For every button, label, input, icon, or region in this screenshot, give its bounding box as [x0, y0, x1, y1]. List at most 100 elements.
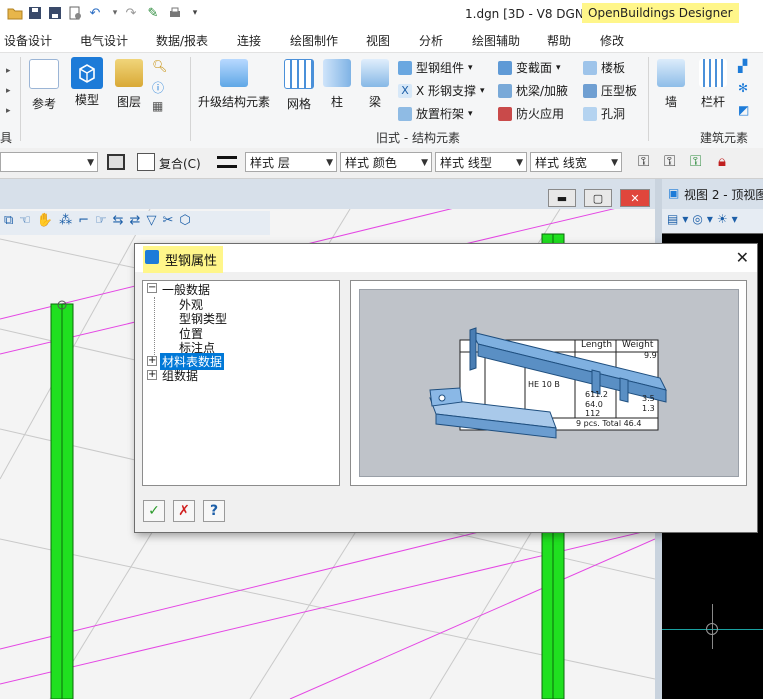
- color-swatch[interactable]: [137, 153, 155, 171]
- fireproof-icon: [498, 106, 512, 121]
- view-tools-icons[interactable]: ⧉☜✋⁂⌐☞⇆⇄▽✂⬡: [4, 213, 197, 228]
- column-icon: [323, 59, 351, 87]
- dropdown-arrow-icon: ▼: [421, 158, 428, 168]
- grid-small-icon[interactable]: ▦: [152, 99, 182, 119]
- style-color-combo[interactable]: 样式 颜色 ▼: [340, 152, 432, 172]
- style-level-combo[interactable]: 样式 层 ▼: [245, 152, 337, 172]
- menu-view[interactable]: 视图: [366, 32, 390, 49]
- expand-icon[interactable]: +: [147, 356, 157, 366]
- dropdown-arrow-icon: ▾: [556, 62, 561, 73]
- upgrade-label: 升级结构元素: [197, 95, 270, 109]
- group-separator: [648, 57, 649, 141]
- print-icon[interactable]: [166, 4, 184, 22]
- ribbon-left-arrows[interactable]: ▸ ▸ ▸: [6, 61, 11, 121]
- fireproof-label: 防火应用: [516, 107, 565, 121]
- redo-icon[interactable]: ↷: [122, 4, 140, 22]
- maximize-button[interactable]: ▢: [584, 189, 612, 207]
- close-view-button[interactable]: ✕: [620, 189, 650, 207]
- menu-connect[interactable]: 连接: [237, 32, 261, 49]
- bom-header-weight: Weight: [622, 340, 654, 350]
- deck-button[interactable]: 压型板: [583, 82, 637, 99]
- save-icon[interactable]: [26, 4, 44, 22]
- dropdown-arrow-icon: ▼: [611, 158, 618, 168]
- levels-icon: [115, 59, 143, 87]
- ok-button[interactable]: ✓: [143, 500, 165, 522]
- dropdown-arrow-icon: ▼: [326, 158, 333, 168]
- model-button[interactable]: 模型: [68, 57, 106, 112]
- minimize-button[interactable]: ▬: [548, 189, 576, 207]
- place-purlin-label: 放置桁架: [416, 107, 465, 121]
- collapse-icon[interactable]: −: [147, 283, 157, 293]
- wall-button[interactable]: 墙: [654, 59, 688, 110]
- settings-icon[interactable]: [66, 4, 84, 22]
- menu-electrical-design[interactable]: 电气设计: [80, 32, 128, 49]
- customize-dropdown-icon[interactable]: ▾: [186, 4, 204, 22]
- info-icon[interactable]: ⓘ: [152, 79, 182, 99]
- pin-icon[interactable]: ✎: [144, 4, 162, 22]
- level-button[interactable]: 图层: [112, 59, 146, 110]
- view-2-tools-icons[interactable]: ▤▾◎▾☀▾: [667, 212, 742, 226]
- x-brace-button[interactable]: X X 形钢支撑 ▾: [398, 82, 485, 99]
- open-folder-icon[interactable]: [6, 4, 24, 22]
- place-purlin-button[interactable]: 放置桁架 ▾: [398, 105, 473, 122]
- pillow-beam-button[interactable]: 枕梁/加腋: [498, 82, 568, 99]
- x-brace-icon: X: [398, 83, 412, 98]
- element-template-icon[interactable]: [107, 154, 125, 170]
- opening-button[interactable]: 孔洞: [583, 105, 625, 122]
- group-separator: [190, 57, 191, 141]
- floor-slab-button[interactable]: 楼板: [583, 59, 625, 76]
- pillow-beam-label: 枕梁/加腋: [516, 84, 569, 98]
- upgrade-structure-button[interactable]: 升级结构元素: [196, 59, 272, 110]
- composite-label[interactable]: 复合(C): [159, 155, 201, 172]
- line-weight-icon[interactable]: [217, 156, 237, 168]
- stair-icon[interactable]: ▞: [738, 59, 763, 81]
- menu-bar: 设备设计 电气设计 数据/报表 连接 绘图制作 视图 分析 绘图辅助 帮助 修改: [0, 28, 763, 52]
- expand-icon[interactable]: +: [147, 370, 157, 380]
- menu-equipment-design[interactable]: 设备设计: [4, 32, 52, 49]
- menu-modify[interactable]: 修改: [600, 32, 624, 49]
- cancel-button[interactable]: ✗: [173, 500, 195, 522]
- style-linetype-combo[interactable]: 样式 线型 ▼: [435, 152, 527, 172]
- beam-icon: [361, 59, 389, 87]
- menu-data-reports[interactable]: 数据/报表: [156, 32, 208, 49]
- reference-button[interactable]: 参考: [26, 59, 62, 112]
- lock-red-icon[interactable]: 🔒︎: [718, 152, 740, 174]
- undo-icon[interactable]: ↶: [86, 4, 104, 22]
- railing-button[interactable]: 栏杆: [694, 59, 732, 110]
- tree-node-group-data[interactable]: 组数据: [162, 367, 198, 384]
- style-lineweight-combo[interactable]: 样式 线宽 ▼: [530, 152, 622, 172]
- ribbon-overflow-tools: ▞ ✻ ◩: [738, 59, 763, 125]
- bom-number-1: 611.2: [585, 390, 608, 399]
- view-2-origin-marker: [706, 623, 718, 635]
- fireproof-button[interactable]: 防火应用: [498, 105, 564, 122]
- active-level-combo[interactable]: ▼: [0, 152, 98, 172]
- menu-drawing-aids[interactable]: 绘图辅助: [472, 32, 520, 49]
- vary-section-button[interactable]: 变截面 ▾: [498, 59, 561, 76]
- steel-member-button[interactable]: 型钢组件 ▾: [398, 59, 473, 76]
- help-button[interactable]: ?: [203, 500, 225, 522]
- opening-icon: [583, 106, 597, 121]
- style-linetype-text: 样式 线型: [440, 156, 492, 170]
- beam-button[interactable]: 梁: [358, 59, 392, 110]
- lock-key-icon[interactable]: ⚿: [638, 152, 660, 174]
- view-2-title: 视图 2 - 顶视图: [684, 188, 763, 202]
- copy-key-icon[interactable]: ⚿: [690, 152, 712, 174]
- column-button[interactable]: 柱: [322, 59, 352, 110]
- search-icon[interactable]: 🔍︎: [152, 59, 182, 79]
- roof-icon[interactable]: ◩: [738, 103, 763, 125]
- menu-drawing-production[interactable]: 绘图制作: [290, 32, 338, 49]
- move-key-icon[interactable]: ⚿: [664, 152, 686, 174]
- save-all-icon[interactable]: [46, 4, 64, 22]
- dialog-close-icon[interactable]: ✕: [736, 248, 749, 267]
- maximize-icon: ▢: [592, 191, 604, 205]
- dialog-title-bar: 型钢属性 ✕: [135, 244, 757, 273]
- bom-header-length: Length: [581, 340, 613, 350]
- menu-help[interactable]: 帮助: [547, 32, 571, 49]
- purlin-icon: [398, 106, 412, 121]
- ramp-icon[interactable]: ✻: [738, 81, 763, 103]
- menu-analysis[interactable]: 分析: [419, 32, 443, 49]
- grid-button[interactable]: 网格: [282, 59, 316, 112]
- cross-icon: ✗: [178, 503, 190, 519]
- vary-section-icon: [498, 60, 512, 75]
- bom-total: 9 pcs. Total 46.4: [576, 419, 642, 428]
